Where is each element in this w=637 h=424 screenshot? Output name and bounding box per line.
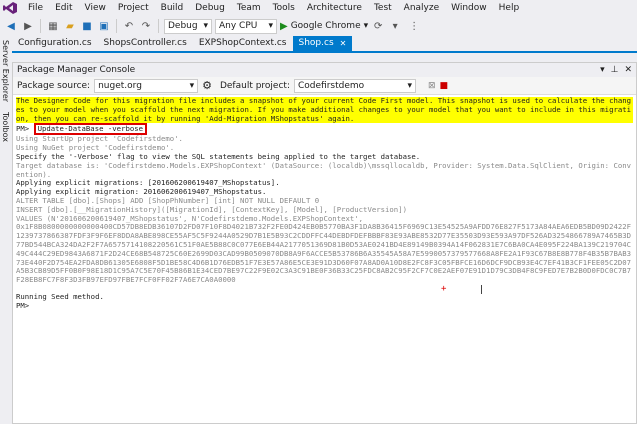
- tab-label: Shop.cs: [298, 38, 334, 48]
- package-manager-console-panel: Package Manager Console ▾ ⊥ ✕ Package so…: [12, 62, 637, 424]
- panel-title-bar: Package Manager Console ▾ ⊥ ✕: [13, 63, 636, 77]
- toolbox-tab[interactable]: Toolbox: [1, 112, 10, 142]
- tab-label: EXPShopContext.cs: [198, 38, 287, 48]
- close-icon[interactable]: ✕: [624, 65, 632, 75]
- tab-shop-cs[interactable]: Shop.cs ✕: [292, 36, 353, 51]
- menu-team[interactable]: Team: [231, 0, 267, 16]
- console-prompt: PM>: [16, 124, 30, 134]
- tab-label: Configuration.cs: [18, 38, 92, 48]
- menu-debug[interactable]: Debug: [189, 0, 231, 16]
- menu-build[interactable]: Build: [155, 0, 190, 16]
- plus-cursor-icon: +: [441, 284, 447, 294]
- menu-view[interactable]: View: [79, 0, 112, 16]
- console-prompt: PM>: [16, 300, 30, 310]
- undo-icon[interactable]: ↶: [122, 19, 136, 33]
- stop-command-icon[interactable]: ■: [440, 81, 449, 91]
- start-debugging-button[interactable]: ▶ Google Chrome ▾: [280, 21, 368, 32]
- run-target-label: Google Chrome: [290, 21, 361, 31]
- solution-configuration-value: Debug: [168, 21, 198, 31]
- menu-project[interactable]: Project: [112, 0, 155, 16]
- solution-platform-value: Any CPU: [219, 21, 258, 31]
- console-output[interactable]: The Designer Code for this migration fil…: [13, 95, 636, 423]
- open-file-icon[interactable]: ▰: [63, 19, 77, 33]
- chevron-down-icon: ▾: [189, 80, 195, 91]
- play-icon: ▶: [280, 20, 288, 32]
- back-icon[interactable]: ◀: [4, 19, 18, 33]
- menu-edit[interactable]: Edit: [49, 0, 78, 16]
- output-line: Target database is: 'Codefirstdemo.Model…: [16, 160, 632, 179]
- clear-console-icon[interactable]: ⊠: [428, 81, 436, 91]
- toolbar-separator: [158, 19, 159, 33]
- menu-help[interactable]: Help: [493, 0, 526, 16]
- toolbar-separator: [116, 19, 117, 33]
- default-project-label: Default project:: [219, 80, 290, 91]
- toolbar-overflow-icon[interactable]: ⋮: [407, 19, 421, 33]
- solution-platform-select[interactable]: Any CPU ▾: [215, 18, 277, 34]
- menu-analyze[interactable]: Analyze: [398, 0, 445, 16]
- browser-link-icon[interactable]: ▾: [388, 19, 402, 33]
- settings-gear-icon[interactable]: ⚙: [202, 79, 212, 92]
- model-hex-blob: 0x1F8B0800000000000400CD57DB8EDB36107D2F…: [16, 222, 632, 285]
- menu-bar: File Edit View Project Build Debug Team …: [0, 0, 637, 16]
- migration-warning-text: The Designer Code for this migration fil…: [16, 96, 633, 124]
- command-line: PM> Update-DataBase -verbose: [16, 123, 633, 136]
- seed-output-line: Running Seed method.: [16, 291, 104, 301]
- panel-title: Package Manager Console: [17, 65, 136, 75]
- menu-file[interactable]: File: [22, 0, 49, 16]
- tab-configuration-cs[interactable]: Configuration.cs: [12, 36, 98, 51]
- chevron-down-icon: ▾: [407, 80, 412, 91]
- pin-icon[interactable]: ⊥: [611, 65, 619, 75]
- close-icon[interactable]: ✕: [340, 36, 347, 51]
- console-toolbar: Package source: nuget.org ▾ ⚙ Default pr…: [13, 77, 636, 95]
- window-position-icon[interactable]: ▾: [600, 65, 605, 75]
- package-source-select[interactable]: nuget.org ▾: [94, 78, 199, 93]
- save-all-icon[interactable]: ▣: [97, 19, 111, 33]
- document-tabs: Configuration.cs ShopsController.cs EXPS…: [12, 36, 637, 53]
- forward-icon[interactable]: ▶: [21, 19, 35, 33]
- tab-label: ShopsController.cs: [103, 38, 187, 48]
- update-database-command: Update-DataBase -verbose: [33, 123, 148, 136]
- default-project-value: Codefirstdemo: [297, 80, 365, 91]
- package-source-value: nuget.org: [98, 80, 142, 91]
- menu-test[interactable]: Test: [368, 0, 398, 16]
- standard-toolbar: ◀ ▶ ▦ ▰ ■ ▣ ↶ ↷ Debug ▾ Any CPU ▾ ▶ Goog…: [0, 16, 637, 36]
- left-tool-tabs: Server Explorer Toolbox: [0, 36, 12, 424]
- menu-tools[interactable]: Tools: [267, 0, 301, 16]
- redo-icon[interactable]: ↷: [139, 19, 153, 33]
- visual-studio-logo-icon: [3, 2, 17, 14]
- new-project-icon[interactable]: ▦: [46, 19, 60, 33]
- menu-architecture[interactable]: Architecture: [301, 0, 368, 16]
- save-icon[interactable]: ■: [80, 19, 94, 33]
- tab-expshopcontext-cs[interactable]: EXPShopContext.cs: [193, 36, 293, 51]
- toolbar-separator: [40, 19, 41, 33]
- package-source-label: Package source:: [17, 80, 91, 91]
- chevron-down-icon: ▾: [268, 21, 273, 31]
- chevron-down-icon: ▾: [203, 21, 208, 31]
- menu-window[interactable]: Window: [445, 0, 493, 16]
- solution-configuration-select[interactable]: Debug ▾: [164, 18, 212, 34]
- chevron-down-icon: ▾: [363, 21, 369, 31]
- default-project-select[interactable]: Codefirstdemo ▾: [293, 78, 416, 93]
- server-explorer-tab[interactable]: Server Explorer: [1, 40, 10, 102]
- refresh-icon[interactable]: ⟳: [371, 19, 385, 33]
- text-cursor-icon: [481, 285, 482, 294]
- tab-shopscontroller-cs[interactable]: ShopsController.cs: [98, 36, 193, 51]
